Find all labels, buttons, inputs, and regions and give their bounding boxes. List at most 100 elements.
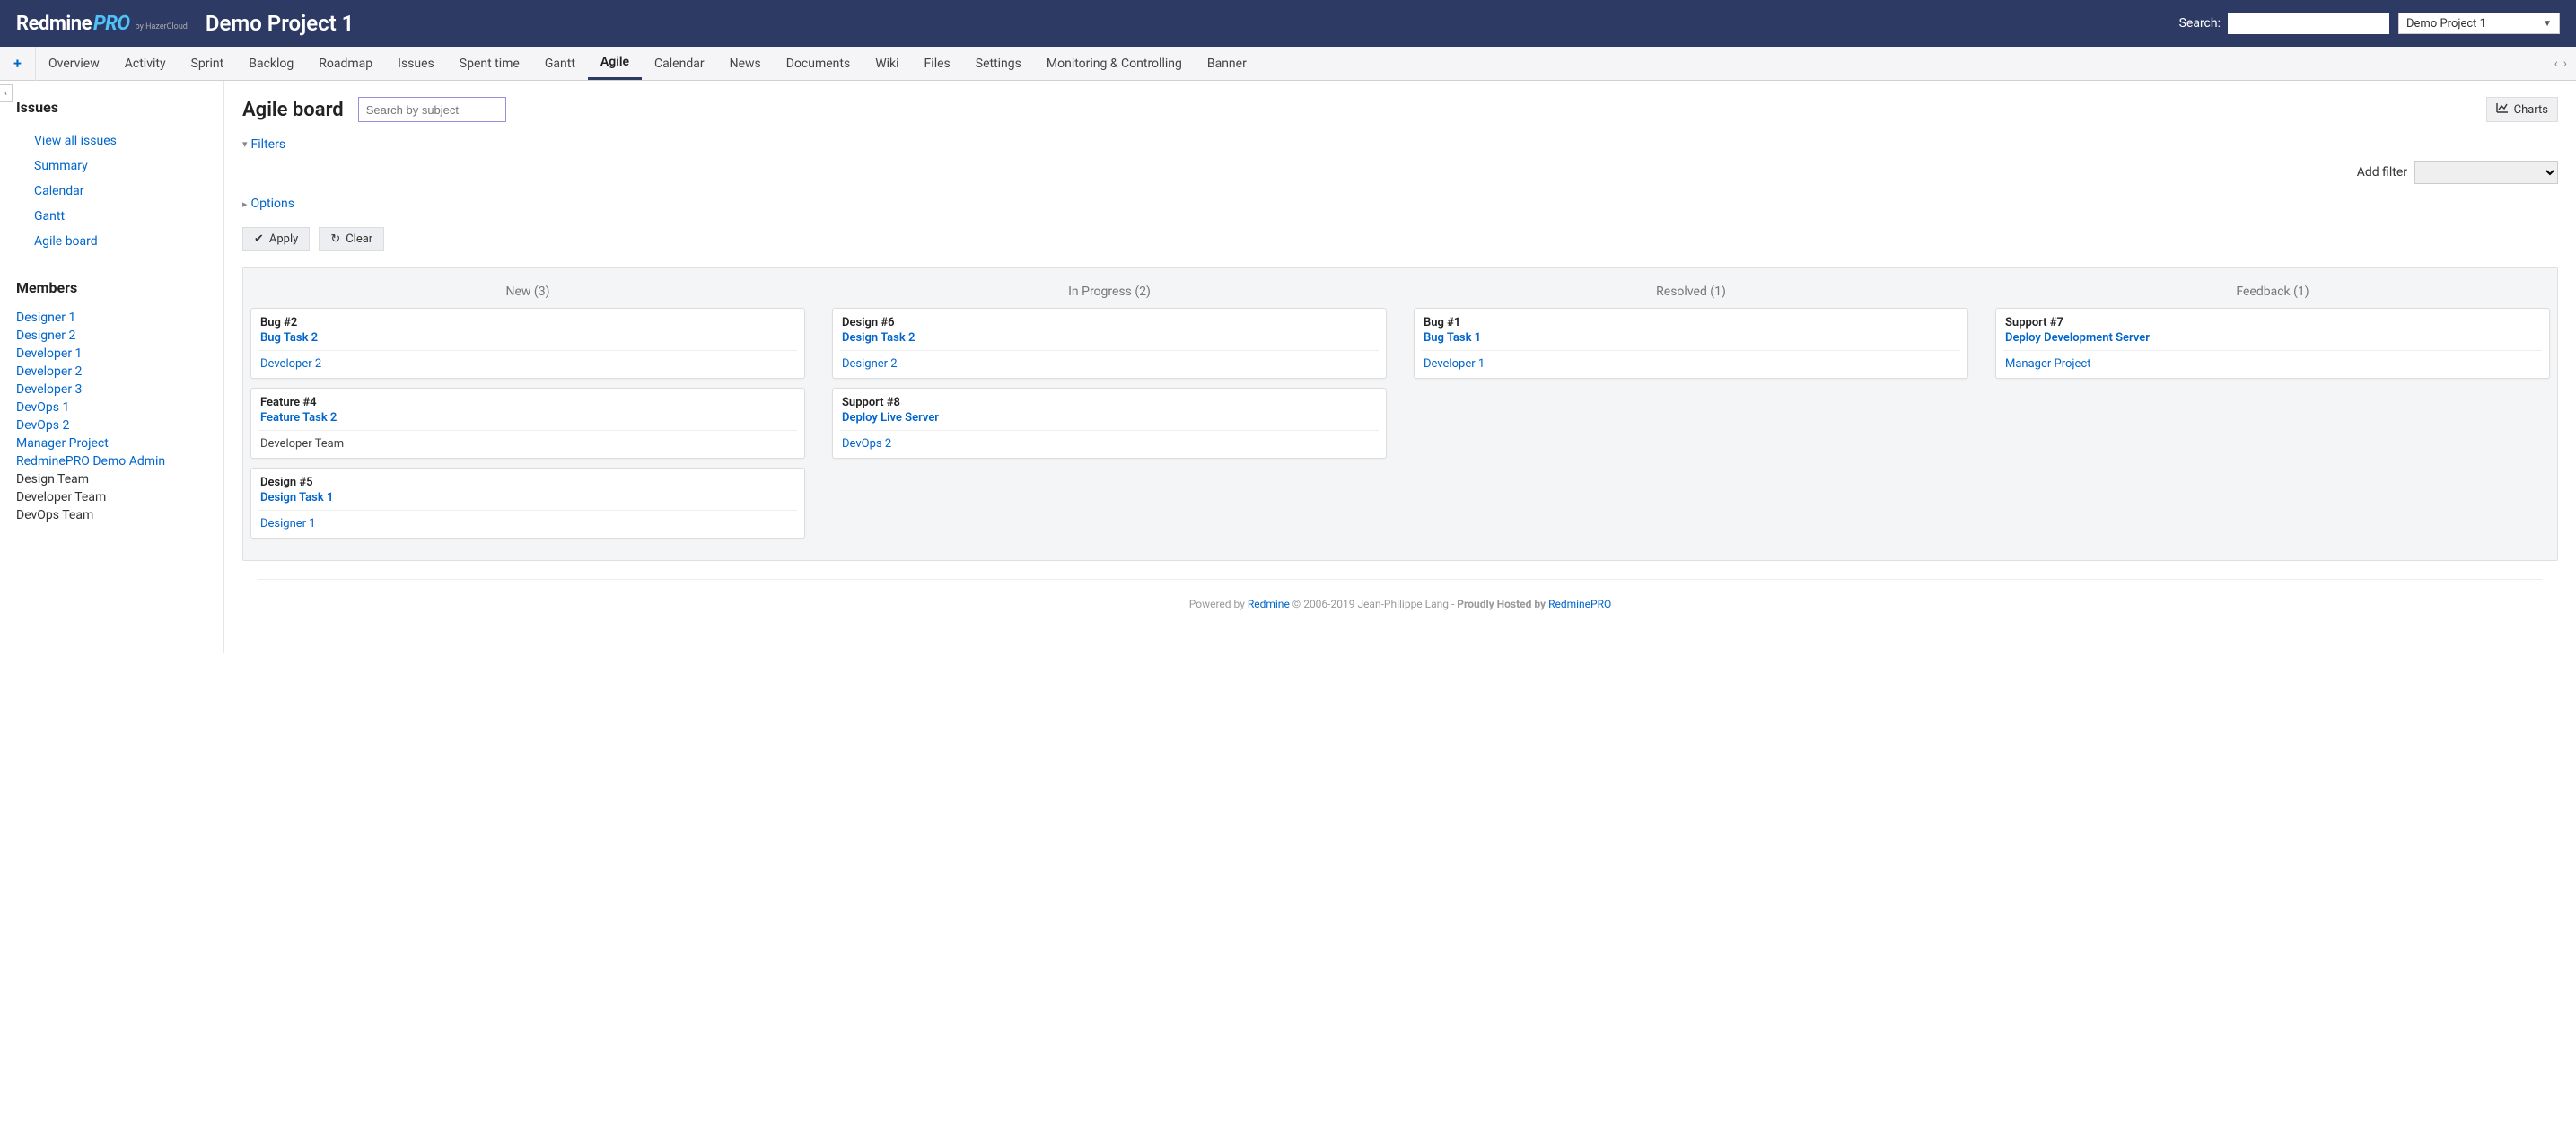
card-assignee[interactable]: Developer 2: [260, 357, 321, 371]
clear-button[interactable]: ↻ Clear: [319, 227, 384, 251]
chevron-down-icon: ▾: [242, 138, 248, 150]
logo-text: Redmine: [16, 13, 92, 35]
add-filter-label: Add filter: [2357, 165, 2407, 180]
tab-spent-time[interactable]: Spent time: [447, 47, 532, 80]
add-button[interactable]: +: [0, 47, 36, 81]
card-title[interactable]: Deploy Live Server: [842, 411, 1377, 425]
logo[interactable]: RedminePRO by HazerCloud: [16, 13, 188, 35]
sidebar-link-agile-board[interactable]: Agile board: [16, 229, 207, 254]
tab-agile[interactable]: Agile: [588, 47, 642, 80]
card-assignee[interactable]: Manager Project: [2005, 357, 2090, 371]
project-selector[interactable]: Demo Project 1 ▼: [2398, 13, 2560, 34]
tab-backlog[interactable]: Backlog: [236, 47, 306, 80]
column-header: Feedback (1): [1995, 277, 2550, 308]
board-card[interactable]: Support #7Deploy Development ServerManag…: [1995, 308, 2550, 379]
board-column: Resolved (1) Bug #1 Bug Task 1 Developer 1: [1406, 268, 1976, 560]
footer: Powered by Redmine © 2006-2019 Jean-Phil…: [258, 579, 2542, 637]
board-card[interactable]: Feature #4 Feature Task 2 Developer Team: [250, 388, 805, 459]
sidebar-link-calendar[interactable]: Calendar: [16, 179, 207, 204]
board-card[interactable]: Bug #2 Bug Task 2 Developer 2: [250, 308, 805, 379]
tab-roadmap[interactable]: Roadmap: [306, 47, 385, 80]
apply-label: Apply: [269, 232, 298, 246]
board-card[interactable]: Design #6 Design Task 2 Designer 2: [832, 308, 1387, 379]
sidebar-link-view-all-issues[interactable]: View all issues: [16, 128, 207, 153]
footer-redminepro-link[interactable]: RedminePRO: [1548, 598, 1611, 610]
sidebar: Issues View all issuesSummaryCalendarGan…: [0, 81, 224, 653]
card-type: Support #8: [842, 396, 1377, 409]
tab-documents[interactable]: Documents: [774, 47, 863, 80]
card-assignee: Developer Team: [260, 437, 344, 451]
tab-wiki[interactable]: Wiki: [863, 47, 911, 80]
logo-subtitle: by HazerCloud: [136, 22, 188, 31]
footer-copyright: © 2006-2019 Jean-Philippe Lang -: [1290, 598, 1457, 610]
clear-label: Clear: [346, 232, 372, 246]
card-assignee[interactable]: DevOps 2: [842, 437, 891, 451]
tab-news[interactable]: News: [717, 47, 774, 80]
tab-files[interactable]: Files: [912, 47, 963, 80]
apply-button[interactable]: ✔ Apply: [242, 227, 310, 251]
card-type: Design #6: [842, 316, 1377, 329]
filters-toggle[interactable]: ▾ Filters: [242, 137, 285, 152]
footer-hosted: Proudly Hosted by: [1457, 598, 1548, 610]
card-type: Bug #1: [1424, 316, 1958, 329]
card-type: Feature #4: [260, 396, 795, 409]
options-label: Options: [251, 197, 294, 211]
member-developer-team: Developer Team: [16, 488, 207, 506]
sidebar-link-gantt[interactable]: Gantt: [16, 204, 207, 229]
sidebar-link-summary[interactable]: Summary: [16, 153, 207, 179]
member-devops-1[interactable]: DevOps 1: [16, 399, 207, 416]
sidebar-members-heading: Members: [16, 279, 207, 296]
tabs-prev-icon[interactable]: ‹: [2554, 57, 2558, 71]
options-toggle[interactable]: ▸ Options: [242, 197, 294, 211]
tab-issues[interactable]: Issues: [385, 47, 447, 80]
tabs-next-icon[interactable]: ›: [2563, 57, 2567, 71]
card-title[interactable]: Bug Task 2: [260, 331, 795, 345]
tab-overview[interactable]: Overview: [36, 47, 112, 80]
card-type: Bug #2: [260, 316, 795, 329]
board-column: Feedback (1)Support #7Deploy Development…: [1988, 268, 2557, 560]
board-card[interactable]: Bug #1 Bug Task 1 Developer 1: [1414, 308, 1968, 379]
card-type: Design #5: [260, 476, 795, 489]
tab-banner[interactable]: Banner: [1195, 47, 1259, 80]
subject-search-input[interactable]: [358, 97, 506, 122]
tab-activity[interactable]: Activity: [112, 47, 179, 80]
member-devops-2[interactable]: DevOps 2: [16, 416, 207, 434]
member-manager-project[interactable]: Manager Project: [16, 434, 207, 452]
search-wrap: Search:: [2179, 13, 2389, 34]
chart-icon: [2496, 102, 2509, 117]
main-content: Agile board Charts ▾ Filters Add filter …: [224, 81, 2576, 653]
member-developer-3[interactable]: Developer 3: [16, 381, 207, 399]
member-designer-2[interactable]: Designer 2: [16, 327, 207, 345]
tab-monitoring-controlling[interactable]: Monitoring & Controlling: [1034, 47, 1195, 80]
column-header: In Progress (2): [832, 277, 1387, 308]
add-filter-select[interactable]: [2414, 161, 2558, 184]
tab-gantt[interactable]: Gantt: [532, 47, 588, 80]
board-card[interactable]: Design #5 Design Task 1 Designer 1: [250, 468, 805, 539]
footer-redmine-link[interactable]: Redmine: [1248, 598, 1290, 610]
card-title[interactable]: Bug Task 1: [1424, 331, 1958, 345]
tab-calendar[interactable]: Calendar: [642, 47, 717, 80]
project-title[interactable]: Demo Project 1: [206, 11, 355, 36]
card-assignee[interactable]: Developer 1: [1424, 357, 1485, 371]
tab-settings[interactable]: Settings: [963, 47, 1034, 80]
card-title[interactable]: Deploy Development Server: [2005, 331, 2540, 345]
member-developer-2[interactable]: Developer 2: [16, 363, 207, 381]
tab-sprint[interactable]: Sprint: [179, 47, 237, 80]
board-card[interactable]: Support #8 Deploy Live Server DevOps 2: [832, 388, 1387, 459]
caret-down-icon: ▼: [2543, 19, 2552, 29]
member-redminepro-demo-admin[interactable]: RedminePRO Demo Admin: [16, 452, 207, 470]
search-input[interactable]: [2228, 13, 2389, 34]
sidebar-issues-heading: Issues: [16, 99, 207, 116]
sidebar-collapse-handle[interactable]: ‹: [0, 84, 13, 102]
member-developer-1[interactable]: Developer 1: [16, 345, 207, 363]
board-column: New (3)Bug #2Bug Task 2Developer 2Featur…: [243, 268, 812, 560]
member-designer-1[interactable]: Designer 1: [16, 309, 207, 327]
card-title[interactable]: Design Task 1: [260, 491, 795, 504]
card-title[interactable]: Design Task 2: [842, 331, 1377, 345]
card-title[interactable]: Feature Task 2: [260, 411, 795, 425]
charts-button[interactable]: Charts: [2486, 97, 2558, 122]
column-header: Resolved (1): [1414, 277, 1968, 308]
card-assignee[interactable]: Designer 2: [842, 357, 898, 371]
card-assignee[interactable]: Designer 1: [260, 517, 316, 530]
reload-icon: ↻: [330, 232, 340, 246]
